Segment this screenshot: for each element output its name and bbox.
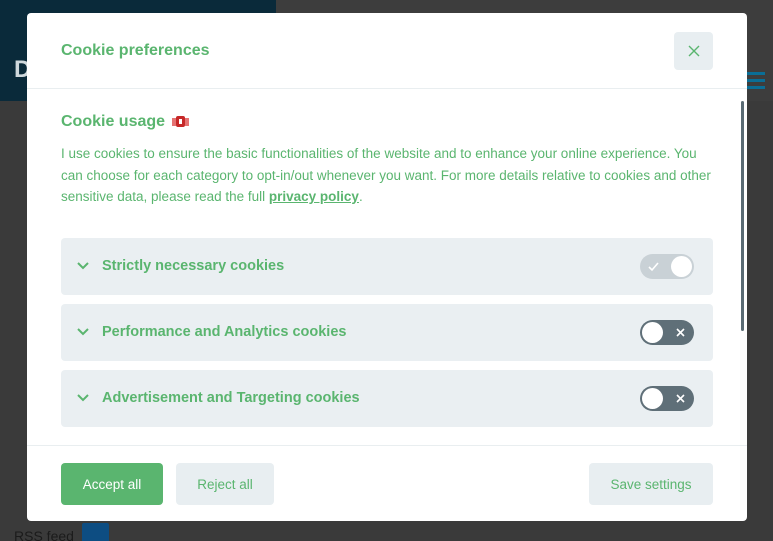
reject-all-button[interactable]: Reject all: [176, 463, 274, 505]
modal-body: Cookie usage I use cookies to ensure the…: [27, 89, 747, 445]
toggle-knob: [671, 256, 692, 277]
modal-scrollbar[interactable]: [741, 101, 744, 331]
x-icon: [676, 394, 685, 403]
toggle-performance-analytics[interactable]: [640, 320, 694, 345]
close-icon: [688, 45, 699, 57]
rss-icon: [82, 523, 109, 541]
category-strictly-necessary[interactable]: Strictly necessary cookies: [61, 238, 713, 295]
x-icon: [676, 328, 685, 337]
toggle-knob: [642, 388, 663, 409]
cookie-flag-icon: [172, 116, 190, 127]
category-performance-analytics[interactable]: Performance and Analytics cookies: [61, 304, 713, 361]
toggle-knob: [642, 322, 663, 343]
description-end: .: [358, 189, 363, 204]
hamburger-menu-icon: [747, 72, 765, 93]
category-label: Performance and Analytics cookies: [102, 324, 347, 340]
modal-title: Cookie preferences: [61, 42, 210, 59]
chevron-down-icon: [77, 328, 89, 336]
chevron-down-icon: [77, 262, 89, 270]
description-text: I use cookies to ensure the basic functi…: [61, 146, 711, 204]
chevron-down-icon: [77, 394, 89, 402]
cookie-usage-description: I use cookies to ensure the basic functi…: [61, 143, 715, 208]
modal-header: Cookie preferences: [27, 13, 747, 89]
check-icon: [648, 262, 659, 272]
save-settings-button[interactable]: Save settings: [589, 463, 713, 505]
rss-feed-label: RSS feed: [14, 528, 74, 541]
cookie-usage-title: Cookie usage: [61, 113, 166, 130]
toggle-strictly-necessary[interactable]: [640, 254, 694, 279]
close-button[interactable]: [674, 32, 713, 70]
category-advertisement-targeting[interactable]: Advertisement and Targeting cookies: [61, 370, 713, 427]
modal-footer: Accept all Reject all Save settings: [27, 445, 747, 521]
privacy-policy-link[interactable]: privacy policy: [269, 189, 359, 204]
cookie-preferences-modal: Cookie preferences Cookie usage I use co…: [27, 13, 747, 521]
category-label: Strictly necessary cookies: [102, 258, 285, 274]
cookie-usage-heading: Cookie usage: [61, 113, 190, 131]
toggle-advertisement-targeting[interactable]: [640, 386, 694, 411]
accept-all-button[interactable]: Accept all: [61, 463, 163, 505]
category-label: Advertisement and Targeting cookies: [102, 390, 360, 406]
